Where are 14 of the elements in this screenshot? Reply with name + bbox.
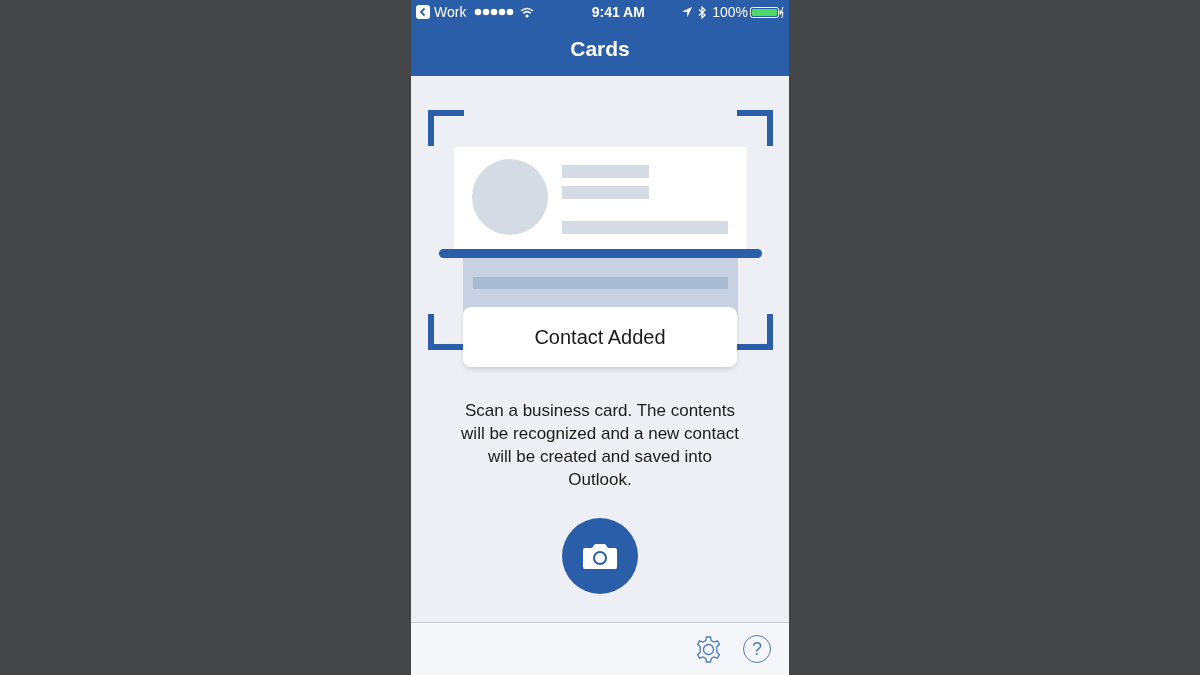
settings-icon[interactable] [694, 634, 723, 664]
location-icon [682, 7, 693, 17]
toast-message: Contact Added [463, 307, 737, 367]
camera-icon [582, 542, 618, 570]
back-app-label[interactable]: Work [434, 1, 467, 23]
instruction-text: Scan a business card. The contents will be recognized and a new contact will be created and saved into Outlook. [460, 400, 740, 491]
back-icon[interactable] [416, 5, 430, 19]
bluetooth-icon [698, 5, 707, 19]
wifi-icon [520, 6, 535, 18]
battery-icon [750, 6, 784, 18]
status-time: 9:41 AM [590, 2, 645, 22]
signal-icon [474, 8, 515, 16]
nav-title: Cards [570, 36, 630, 63]
battery-percent: 100% [712, 2, 748, 22]
